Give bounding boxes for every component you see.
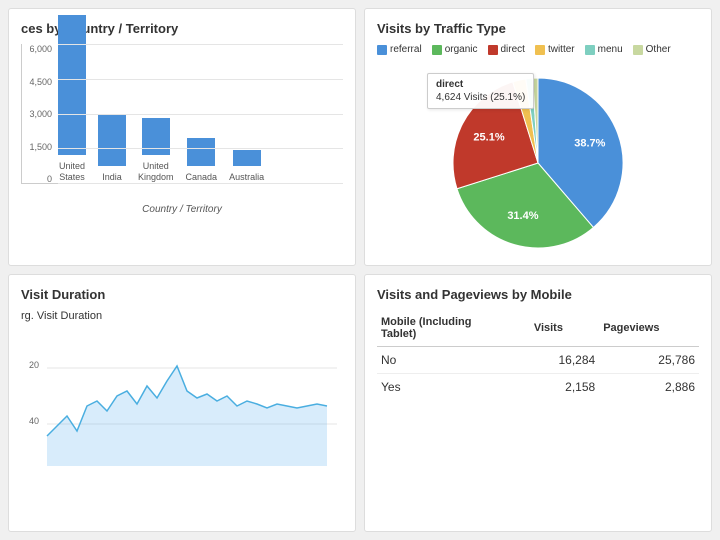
legend-item: menu [585, 44, 623, 55]
line-chart-subtitle: rg. Visit Duration [21, 310, 343, 322]
mobile-table: Mobile (IncludingTablet) Visits Pageview… [377, 310, 699, 400]
legend-color [488, 45, 498, 55]
col-header-device: Mobile (IncludingTablet) [377, 310, 530, 347]
y-axis-labels: 0 1,500 3,000 4,500 6,000 [22, 44, 56, 184]
table-cell: No [377, 347, 530, 374]
bar-chart-area: 0 1,500 3,000 4,500 6,000 UnitedStates In… [21, 44, 343, 184]
legend-label: referral [390, 44, 422, 55]
x-axis-title: Country / Territory [21, 204, 343, 215]
legend-label: Other [646, 44, 671, 55]
bar-label: UnitedStates [59, 161, 85, 183]
bar-group: Australia [229, 150, 264, 183]
table-cell: 2,158 [530, 374, 599, 401]
line-y-label: 20 [29, 360, 39, 370]
pie-legend: referral organic direct twitter menu Other [377, 44, 699, 55]
mobile-table-card: Visits and Pageviews by Mobile Mobile (I… [364, 274, 712, 532]
pie-label: 31.4% [507, 210, 538, 222]
pie-label: 38.7% [574, 138, 605, 150]
bar-label: Australia [229, 172, 264, 183]
legend-item: direct [488, 44, 525, 55]
bar-label: UnitedKingdom [138, 161, 174, 183]
col-header-visits: Visits [530, 310, 599, 347]
legend-label: organic [445, 44, 478, 55]
line-chart-card: Visit Duration rg. Visit Duration 2040 [8, 274, 356, 532]
table-cell: 16,284 [530, 347, 599, 374]
col-header-pageviews: Pageviews [599, 310, 699, 347]
legend-item: Other [633, 44, 671, 55]
legend-item: twitter [535, 44, 575, 55]
legend-item: organic [432, 44, 478, 55]
gridline [58, 183, 343, 184]
bars-container: UnitedStates India UnitedKingdom Canada Aust… [58, 43, 343, 183]
line-chart-title: Visit Duration [21, 287, 343, 302]
bar [98, 115, 126, 166]
table-cell: 2,886 [599, 374, 699, 401]
pie-area: 38.7%31.4%25.1% direct 4,624 Visits (25.… [377, 63, 699, 263]
legend-item: referral [377, 44, 422, 55]
table-cell: 25,786 [599, 347, 699, 374]
bar [58, 15, 86, 155]
bar [187, 138, 215, 166]
legend-color [585, 45, 595, 55]
line-svg: 2040 [21, 326, 343, 466]
line-area [47, 366, 327, 466]
legend-color [535, 45, 545, 55]
mobile-table-title: Visits and Pageviews by Mobile [377, 287, 699, 302]
line-y-label: 40 [29, 416, 39, 426]
table-header-row: Mobile (IncludingTablet) Visits Pageview… [377, 310, 699, 347]
pie-svg: 38.7% 31.4% 25.1% [438, 63, 638, 263]
dashboard: ces by Country / Territory 0 1,500 3,000… [0, 0, 720, 540]
legend-label: menu [598, 44, 623, 55]
bar-group: UnitedStates [58, 15, 86, 183]
pie-label: 25.1% [473, 131, 504, 143]
legend-color [377, 45, 387, 55]
bar-chart-card: ces by Country / Territory 0 1,500 3,000… [8, 8, 356, 266]
bar-label: Canada [186, 172, 218, 183]
bar [142, 118, 170, 155]
bar [233, 150, 261, 166]
legend-label: direct [501, 44, 525, 55]
bar-group: UnitedKingdom [138, 118, 174, 183]
pie-chart-title: Visits by Traffic Type [377, 21, 699, 36]
table-row: Yes2,1582,886 [377, 374, 699, 401]
bar-label: India [102, 172, 122, 183]
table-cell: Yes [377, 374, 530, 401]
pie-chart-card: Visits by Traffic Type referral organic di… [364, 8, 712, 266]
legend-label: twitter [548, 44, 575, 55]
bar-group: India [98, 115, 126, 183]
legend-color [432, 45, 442, 55]
table-row: No16,28425,786 [377, 347, 699, 374]
bar-group: Canada [186, 138, 218, 183]
legend-color [633, 45, 643, 55]
line-chart-area: 2040 [21, 326, 343, 466]
